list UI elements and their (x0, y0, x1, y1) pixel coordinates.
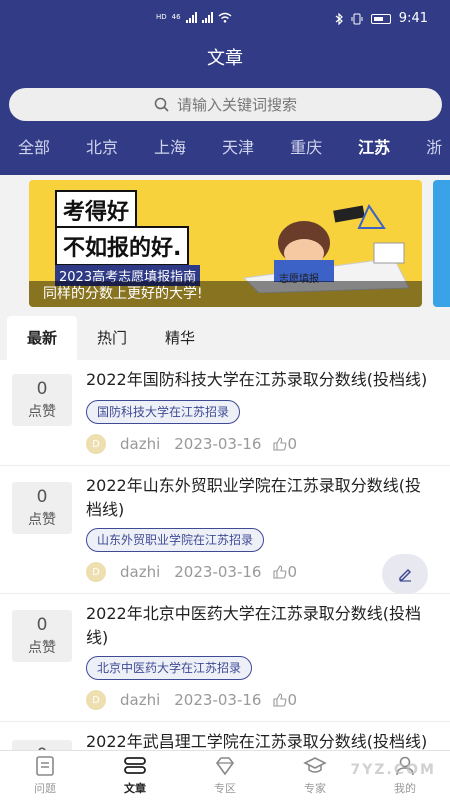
thumbs-up-icon (273, 437, 287, 451)
like-label: 点赞 (28, 512, 56, 528)
author-name: dazhi (120, 435, 161, 453)
diamond-icon (215, 757, 235, 776)
next-banner-slide[interactable] (433, 180, 450, 307)
nav-label: 专家 (304, 782, 326, 795)
thumbs-up-count: 0 (287, 691, 297, 709)
nav-label: 文章 (124, 782, 146, 795)
nav-item-articles[interactable]: 文章 (90, 751, 180, 800)
header-bar: HD 46 9:41 文章 请输入关键词搜索 全部 北京 上海 天津 重庆 江苏… (0, 0, 450, 175)
article-item[interactable]: 0 2022年武昌理工学院在江苏录取分数线(投档线) (0, 722, 450, 750)
article-icon (124, 757, 146, 774)
category-tab-jiangsu[interactable]: 江苏 (358, 134, 390, 164)
search-placeholder: 请输入关键词搜索 (176, 96, 297, 114)
article-title[interactable]: 2022年国防科技大学在江苏录取分数线(投档线) (86, 368, 436, 392)
category-tab-all[interactable]: 全部 (18, 134, 50, 164)
article-item[interactable]: 0 点赞 2022年北京中医药大学在江苏录取分数线(投档线) 北京中医药大学在江… (0, 594, 450, 722)
article-item[interactable]: 0 点赞 2022年国防科技大学在江苏录取分数线(投档线) 国防科技大学在江苏招… (0, 360, 450, 466)
article-meta: D dazhi 2023-03-16 0 (86, 434, 297, 454)
thumbs-up-icon (273, 693, 287, 707)
category-tab-beijing[interactable]: 北京 (86, 134, 118, 164)
network-type-indicator: 46 (171, 13, 181, 21)
status-bar: HD 46 9:41 (0, 0, 450, 34)
nav-label: 专区 (214, 782, 236, 795)
graduation-cap-icon (303, 757, 327, 773)
category-tab-shanghai[interactable]: 上海 (154, 134, 186, 164)
article-tag[interactable]: 国防科技大学在江苏招录 (86, 400, 241, 424)
thumbs-up-button[interactable]: 0 (273, 435, 297, 453)
banner-slogan-line1: 考得好 (55, 190, 138, 230)
student-illustration (242, 203, 410, 293)
watermark: 7YZ.COM (350, 762, 436, 778)
avatar: D (86, 562, 106, 582)
category-tab-tianjin[interactable]: 天津 (222, 134, 254, 164)
edit-button[interactable] (382, 554, 428, 594)
banner-carousel: 考得好 不如报的好. 2023高考志愿填报指南 志愿填报 同样的分数上更好的大学… (0, 175, 450, 315)
battery-icon (370, 13, 391, 24)
system-indicators: 9:41 (335, 11, 428, 26)
signal-icon (185, 12, 197, 23)
avatar: D (86, 434, 106, 454)
nav-label: 问题 (34, 782, 56, 795)
like-count: 0 (36, 379, 48, 399)
author-name: dazhi (120, 563, 161, 581)
search-icon (154, 97, 169, 112)
nav-label: 我的 (394, 782, 416, 795)
publish-date: 2023-03-16 (174, 563, 262, 581)
article-title[interactable]: 2022年武昌理工学院在江苏录取分数线(投档线) (86, 730, 436, 750)
banner-slide[interactable]: 考得好 不如报的好. 2023高考志愿填报指南 志愿填报 同样的分数上更好的大学… (29, 180, 422, 307)
article-tag[interactable]: 北京中医药大学在江苏招录 (86, 656, 253, 680)
page-title: 文章 (207, 48, 243, 69)
thumbs-up-button[interactable]: 0 (273, 691, 297, 709)
like-label: 点赞 (28, 640, 56, 656)
document-icon (36, 756, 54, 776)
thumbs-up-count: 0 (287, 563, 297, 581)
article-meta: D dazhi 2023-03-16 0 (86, 690, 297, 710)
thumbs-up-icon (273, 565, 287, 579)
like-counter[interactable]: 0 点赞 (12, 482, 72, 534)
author-name: dazhi (120, 691, 161, 709)
category-tabs: 全部 北京 上海 天津 重庆 江苏 浙 (0, 134, 450, 164)
search-input[interactable]: 请输入关键词搜索 (9, 88, 442, 121)
article-title[interactable]: 2022年北京中医药大学在江苏录取分数线(投档线) (86, 602, 436, 650)
tab-latest[interactable]: 最新 (7, 316, 77, 360)
clock: 9:41 (398, 11, 428, 26)
publish-date: 2023-03-16 (174, 435, 262, 453)
banner-slogan-line2: 不如报的好. (55, 226, 190, 266)
nav-item-zone[interactable]: 专区 (180, 751, 270, 800)
banner-caption: 同样的分数上更好的大学! (29, 281, 422, 307)
article-tag[interactable]: 山东外贸职业学院在江苏招录 (86, 528, 265, 552)
hd-indicator: HD (156, 13, 167, 21)
avatar: D (86, 690, 106, 710)
thumbs-up-button[interactable]: 0 (273, 563, 297, 581)
tab-featured[interactable]: 精华 (150, 316, 210, 360)
signal-icon-2 (201, 12, 213, 23)
sort-tabs: 最新 热门 精华 (0, 316, 450, 360)
vibrate-icon (351, 13, 363, 24)
article-meta: D dazhi 2023-03-16 0 (86, 562, 297, 582)
wifi-icon (218, 12, 232, 23)
pencil-icon (399, 568, 412, 582)
like-label: 点赞 (28, 404, 56, 420)
like-counter[interactable]: 0 点赞 (12, 610, 72, 662)
like-counter[interactable]: 0 点赞 (12, 374, 72, 426)
like-count: 0 (36, 487, 48, 507)
article-title[interactable]: 2022年山东外贸职业学院在江苏录取分数线(投档线) (86, 474, 436, 522)
nav-item-questions[interactable]: 问题 (0, 751, 90, 800)
network-indicators: HD 46 (156, 12, 232, 23)
category-tab-chongqing[interactable]: 重庆 (290, 134, 322, 164)
bluetooth-icon (335, 12, 343, 25)
article-list: 0 点赞 2022年国防科技大学在江苏录取分数线(投档线) 国防科技大学在江苏招… (0, 360, 450, 750)
like-count: 0 (36, 615, 48, 635)
category-tab-zhejiang[interactable]: 浙 (426, 134, 442, 164)
nav-item-experts[interactable]: 专家 (270, 751, 360, 800)
like-counter[interactable]: 0 (12, 740, 72, 750)
publish-date: 2023-03-16 (174, 691, 262, 709)
thumbs-up-count: 0 (287, 435, 297, 453)
tab-hot[interactable]: 热门 (82, 316, 142, 360)
